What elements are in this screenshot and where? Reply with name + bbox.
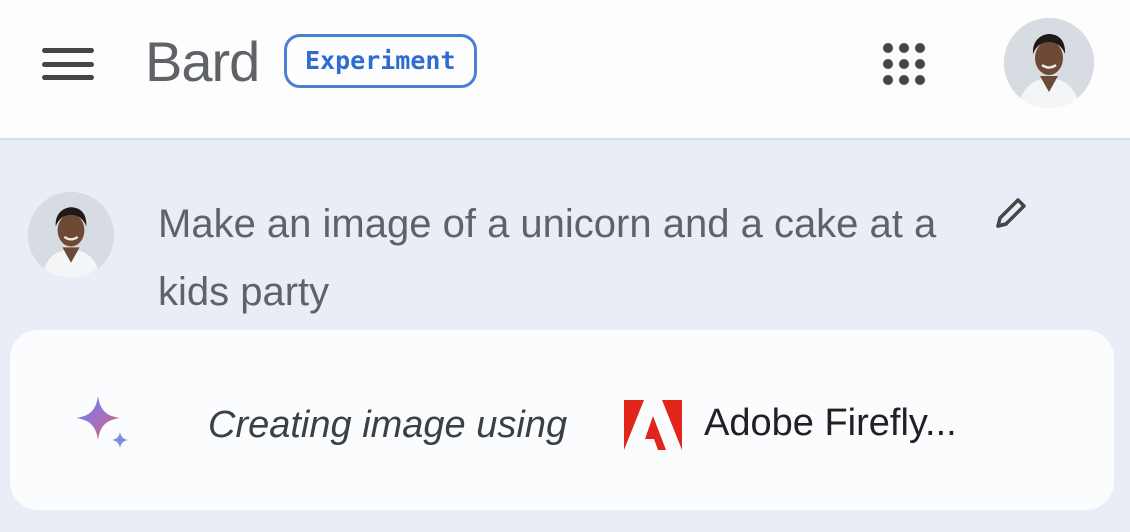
account-avatar[interactable] [1004, 18, 1094, 108]
pencil-icon[interactable] [986, 190, 1034, 238]
response-card: Creating image using Adobe Firefly... [10, 330, 1114, 510]
adobe-logo-icon [624, 400, 682, 450]
brand-title: Bard [145, 30, 260, 93]
experiment-badge: Experiment [284, 34, 477, 88]
apps-grid-icon[interactable] [880, 40, 928, 88]
bard-sparkle-icon [68, 390, 140, 462]
status-text: Creating image using [208, 404, 568, 446]
prompt-user-avatar [28, 192, 114, 278]
provider-name: Adobe Firefly... [704, 402, 957, 444]
hamburger-menu-icon[interactable] [40, 44, 96, 84]
user-prompt-text: Make an image of a unicorn and a cake at… [158, 202, 937, 314]
top-bar: Bard Experiment [0, 0, 1130, 140]
bard-app: Bard Experiment Make an image of a unico… [0, 0, 1130, 532]
user-avatar-icon [1004, 18, 1094, 108]
user-avatar-icon [28, 192, 114, 278]
